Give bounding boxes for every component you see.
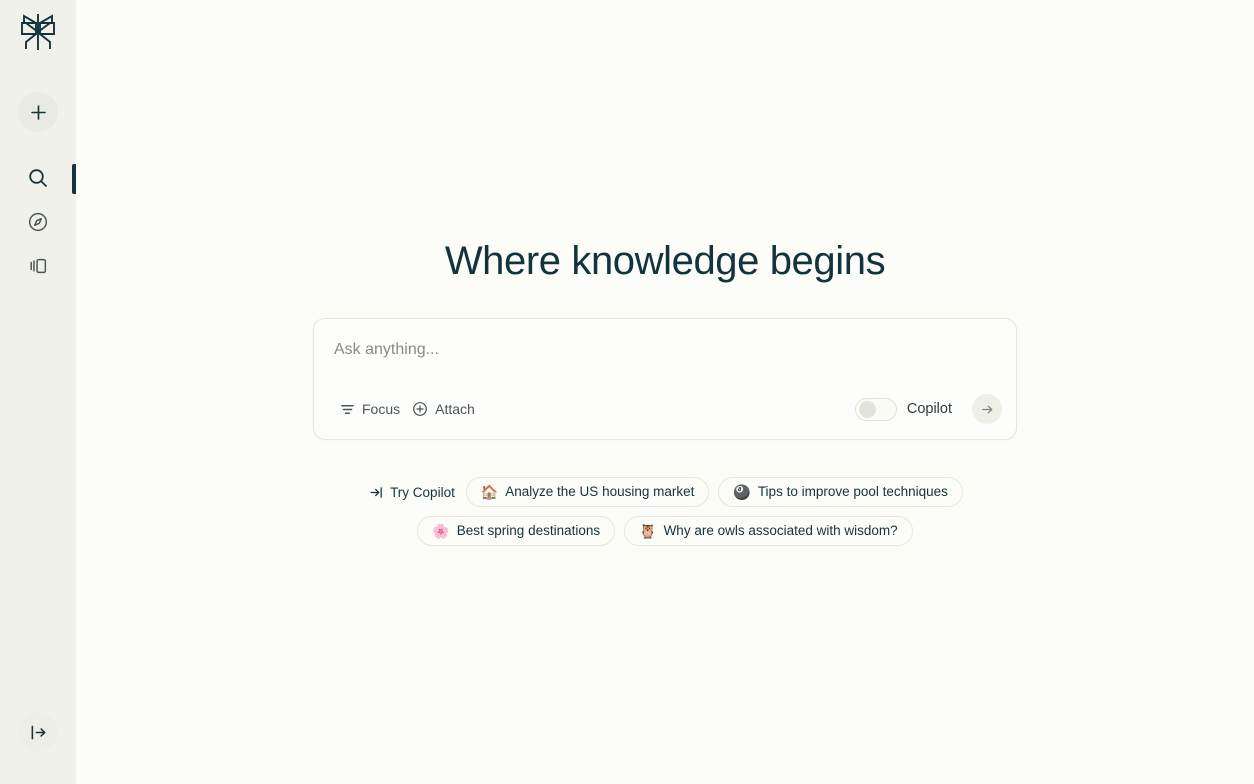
attach-button[interactable]: Attach bbox=[406, 397, 481, 421]
perplexity-logo[interactable] bbox=[16, 10, 60, 54]
submit-button[interactable] bbox=[972, 394, 1002, 424]
suggestion-chip-label: Tips to improve pool techniques bbox=[757, 484, 948, 499]
try-copilot-button[interactable]: Try Copilot bbox=[367, 481, 457, 504]
copilot-toggle[interactable] bbox=[854, 397, 897, 421]
compass-icon bbox=[28, 212, 48, 232]
search-input[interactable] bbox=[314, 319, 1016, 359]
suggestion-chip-label: Best spring destinations bbox=[456, 523, 601, 538]
suggestion-chips: Try Copilot 🏠 Analyze the US housing mar… bbox=[285, 477, 1045, 546]
copilot-toggle-knob bbox=[858, 401, 876, 418]
copilot-group: Copilot bbox=[854, 394, 1002, 424]
focus-label: Focus bbox=[362, 401, 401, 417]
filter-icon bbox=[341, 404, 354, 414]
expand-sidebar-button[interactable] bbox=[18, 712, 58, 752]
search-icon bbox=[29, 169, 47, 187]
plus-icon bbox=[30, 104, 46, 120]
copilot-label: Copilot bbox=[906, 401, 952, 417]
suggestion-row-2: 🌸 Best spring destinations 🦉 Why are owl… bbox=[285, 516, 1045, 546]
app-root: Where knowledge begins Focus bbox=[0, 0, 1254, 784]
suggestion-chip-pool[interactable]: 🎱 Tips to improve pool techniques bbox=[718, 477, 963, 507]
suggestion-chip-owls[interactable]: 🦉 Why are owls associated with wisdom? bbox=[624, 516, 913, 546]
cherry-blossom-emoji: 🌸 bbox=[432, 523, 450, 539]
sidebar-item-discover[interactable] bbox=[0, 200, 76, 244]
suggestion-chip-label: Analyze the US housing market bbox=[505, 484, 695, 499]
expand-sidebar-icon bbox=[31, 725, 45, 739]
arrow-right-icon bbox=[981, 405, 992, 413]
sidebar bbox=[0, 0, 76, 784]
owl-emoji: 🦉 bbox=[639, 523, 657, 539]
library-icon bbox=[30, 258, 47, 274]
sidebar-nav bbox=[0, 156, 76, 288]
try-copilot-label: Try Copilot bbox=[390, 484, 455, 500]
pool-8-ball-emoji: 🎱 bbox=[733, 484, 751, 500]
attach-label: Attach bbox=[435, 401, 475, 417]
house-emoji: 🏠 bbox=[480, 484, 499, 500]
arrow-right-to-bracket-icon bbox=[370, 486, 382, 498]
page-title: Where knowledge begins bbox=[444, 239, 886, 283]
sidebar-item-library[interactable] bbox=[0, 244, 76, 288]
plus-circle-icon bbox=[413, 402, 428, 416]
ask-anything-box: Focus Attach Copilot bbox=[313, 318, 1017, 440]
suggestion-chip-housing[interactable]: 🏠 Analyze the US housing market bbox=[465, 477, 710, 507]
new-thread-button[interactable] bbox=[18, 92, 58, 132]
suggestion-chip-spring[interactable]: 🌸 Best spring destinations bbox=[417, 516, 616, 546]
suggestion-chip-label: Why are owls associated with wisdom? bbox=[663, 523, 898, 538]
suggestion-row-1: Try Copilot 🏠 Analyze the US housing mar… bbox=[285, 477, 1045, 507]
search-toolbar: Focus Attach Copilot bbox=[314, 394, 1016, 439]
main-content: Where knowledge begins Focus bbox=[76, 0, 1254, 784]
perplexity-logo-icon bbox=[21, 14, 55, 50]
sidebar-item-home[interactable] bbox=[0, 156, 76, 200]
focus-button[interactable]: Focus bbox=[334, 397, 406, 421]
